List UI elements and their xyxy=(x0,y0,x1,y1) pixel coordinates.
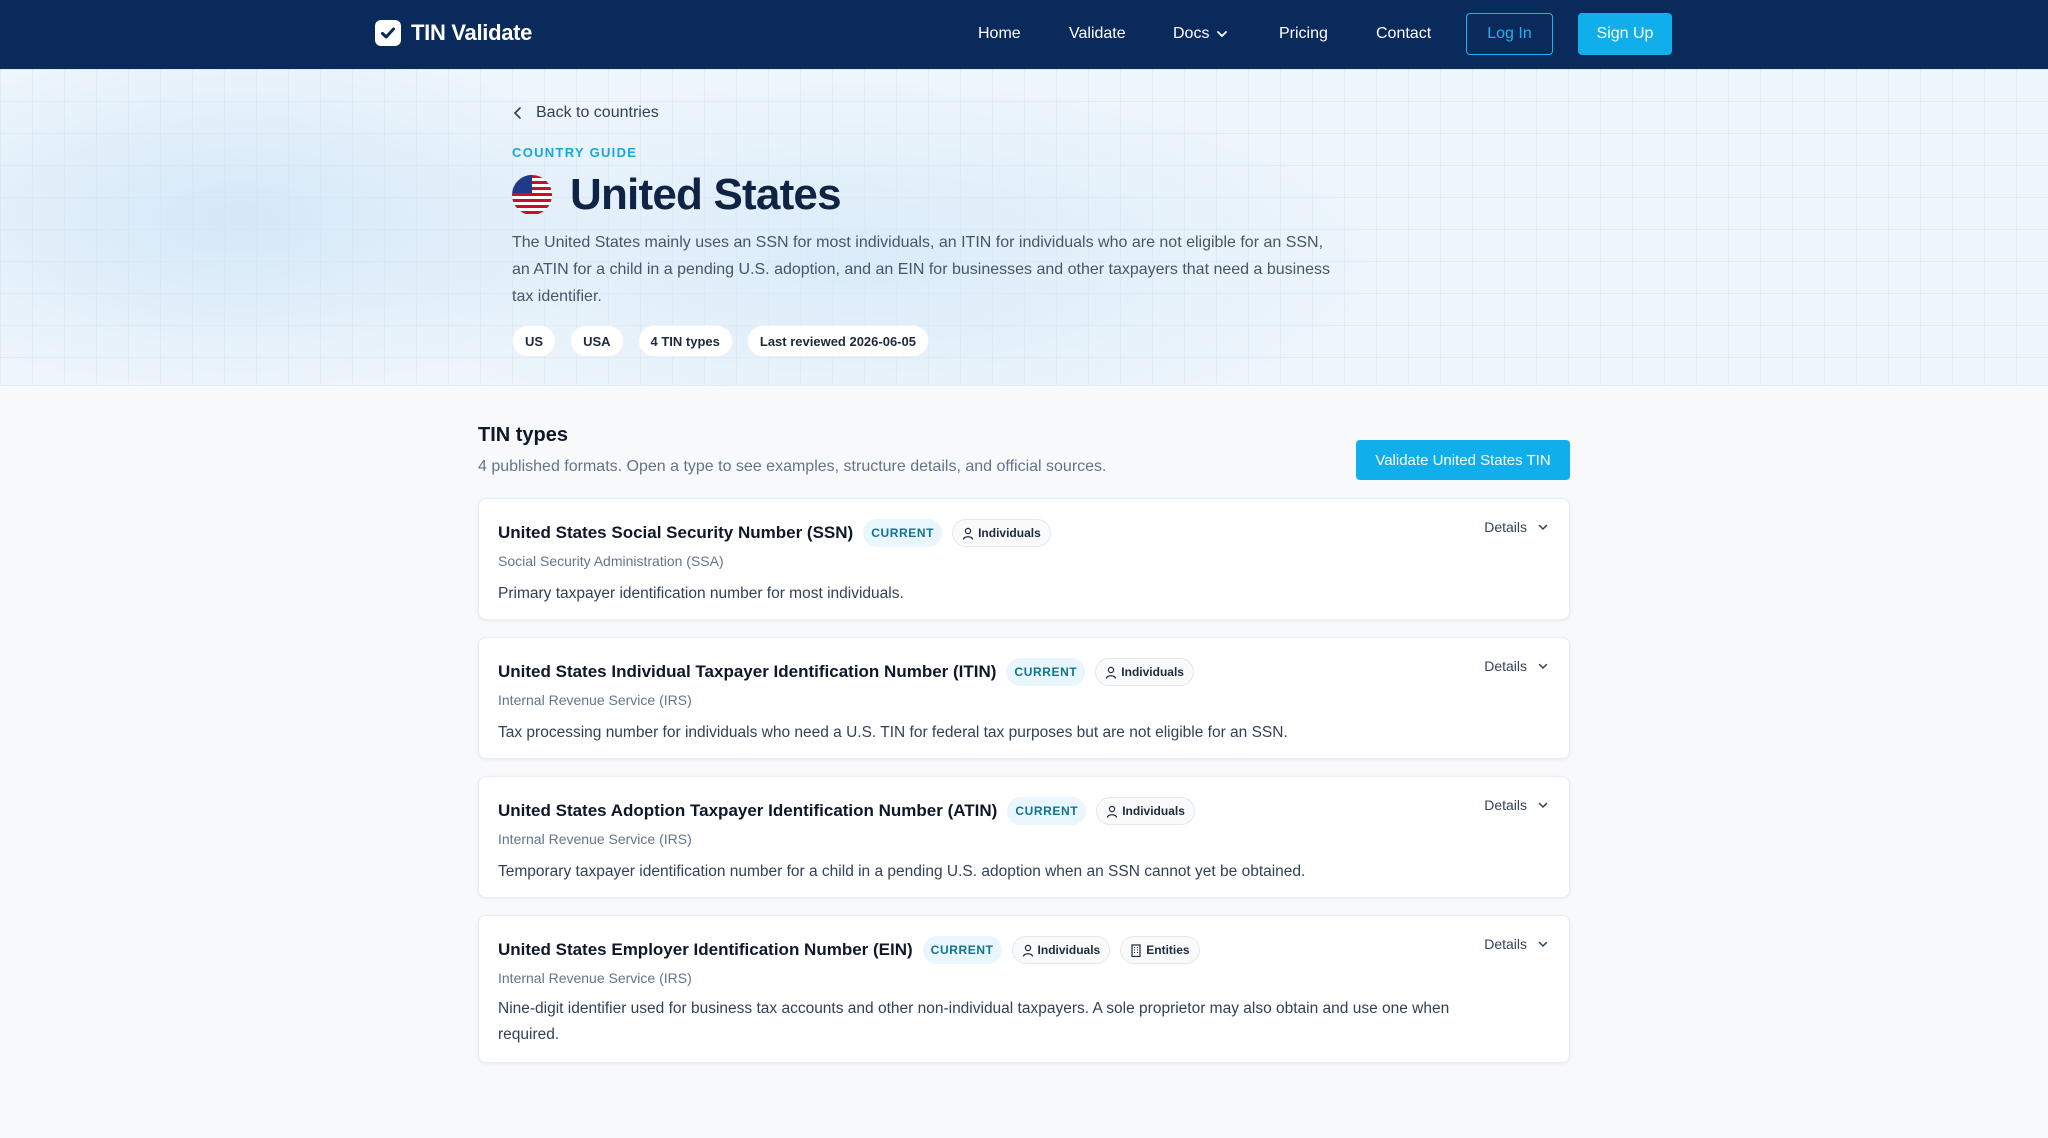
audience-badge-entities: Entities xyxy=(1120,936,1200,964)
person-icon xyxy=(1106,666,1117,679)
person-icon xyxy=(1107,805,1118,818)
country-hero xyxy=(0,69,2048,386)
card-header: United States Individual Taxpayer Identi… xyxy=(498,658,1194,686)
person-icon xyxy=(1022,944,1033,957)
tin-type-card-ssn[interactable]: United States Social Security Number (SS… xyxy=(478,498,1570,620)
check-badge-icon xyxy=(375,20,401,46)
status-badge: CURRENT xyxy=(1006,658,1086,686)
details-toggle[interactable]: Details xyxy=(1484,797,1549,813)
tin-type-card-itin[interactable]: United States Individual Taxpayer Identi… xyxy=(478,637,1570,759)
audience-label: Individuals xyxy=(1037,943,1101,957)
issuing-authority: Internal Revenue Service (IRS) xyxy=(498,692,692,708)
details-toggle[interactable]: Details xyxy=(1484,658,1549,674)
chevron-down-icon xyxy=(1538,524,1548,531)
details-label: Details xyxy=(1484,936,1527,952)
nav-link-docs[interactable]: Docs xyxy=(1173,25,1229,43)
chevron-down-icon xyxy=(1538,802,1548,809)
card-title: United States Adoption Taxpayer Identifi… xyxy=(498,801,998,820)
eyebrow-label: COUNTRY GUIDE xyxy=(512,145,638,160)
back-to-countries-link[interactable]: Back to countries xyxy=(512,104,659,122)
details-toggle[interactable]: Details xyxy=(1484,519,1549,535)
back-label: Back to countries xyxy=(536,104,659,121)
chip-country-code: US xyxy=(512,325,557,357)
issuing-authority: Social Security Administration (SSA) xyxy=(498,553,724,569)
page-title-row: United States xyxy=(512,170,842,220)
us-flag-icon xyxy=(512,175,552,215)
validate-country-tin-button[interactable]: Validate United States TIN xyxy=(1356,440,1570,480)
section-title: TIN types xyxy=(478,424,569,446)
person-icon xyxy=(962,527,974,540)
details-label: Details xyxy=(1484,797,1527,813)
card-description: Nine-digit identifier used for business … xyxy=(498,1000,1450,1043)
country-chips: US USA 4 TIN types Last reviewed 2026-06… xyxy=(512,325,929,357)
chevron-left-icon xyxy=(513,107,521,119)
log-in-button[interactable]: Log In xyxy=(1466,13,1553,55)
sign-up-button[interactable]: Sign Up xyxy=(1578,13,1672,55)
audience-badge-individuals: Individuals xyxy=(1011,936,1111,964)
section-subtitle: 4 published formats. Open a type to see … xyxy=(478,458,1107,475)
nav-link-pricing[interactable]: Pricing xyxy=(1279,25,1328,43)
card-description: Tax processing number for individuals wh… xyxy=(498,724,1288,741)
audience-label: Individuals xyxy=(1121,665,1184,679)
chevron-down-icon xyxy=(1538,941,1548,948)
card-title: United States Individual Taxpayer Identi… xyxy=(498,662,997,681)
card-description: Temporary taxpayer identification number… xyxy=(498,863,1306,880)
status-badge: CURRENT xyxy=(922,936,1002,964)
nav-link-home[interactable]: Home xyxy=(978,25,1021,43)
building-icon xyxy=(1131,943,1141,957)
brand-name: TIN Validate xyxy=(411,20,533,45)
nav-docs-label: Docs xyxy=(1173,25,1210,42)
top-navbar: TIN Validate Home Validate Docs Pricing … xyxy=(0,0,2048,69)
nav-link-contact[interactable]: Contact xyxy=(1376,25,1431,43)
audience-label: Individuals xyxy=(1122,804,1185,818)
nav-link-validate[interactable]: Validate xyxy=(1069,25,1126,43)
chevron-down-icon xyxy=(1217,31,1228,38)
audience-label: Entities xyxy=(1146,943,1190,957)
page-title: United States xyxy=(570,170,842,219)
audience-badge-individuals: Individuals xyxy=(1096,797,1195,825)
details-label: Details xyxy=(1484,519,1527,535)
audience-badge-individuals: Individuals xyxy=(952,519,1051,547)
card-header: United States Employer Identification Nu… xyxy=(498,936,1200,964)
card-title: United States Social Security Number (SS… xyxy=(498,523,854,542)
issuing-authority: Internal Revenue Service (IRS) xyxy=(498,970,692,986)
details-label: Details xyxy=(1484,658,1527,674)
country-description: The United States mainly uses an SSN for… xyxy=(512,234,1330,305)
chip-last-reviewed: Last reviewed 2026-06-05 xyxy=(746,325,929,357)
audience-label: Individuals xyxy=(978,526,1041,540)
status-badge: CURRENT xyxy=(863,519,943,547)
card-header: United States Adoption Taxpayer Identifi… xyxy=(498,797,1195,825)
tin-type-card-ein[interactable]: United States Employer Identification Nu… xyxy=(478,915,1570,1063)
details-toggle[interactable]: Details xyxy=(1484,936,1549,952)
chip-country-code-3: USA xyxy=(570,325,624,357)
card-description: Primary taxpayer identification number f… xyxy=(498,585,904,602)
chip-tin-type-count: 4 TIN types xyxy=(637,325,733,357)
chevron-down-icon xyxy=(1538,663,1548,670)
audience-badge-individuals: Individuals xyxy=(1095,658,1194,686)
tin-type-card-atin[interactable]: United States Adoption Taxpayer Identifi… xyxy=(478,776,1570,898)
card-header: United States Social Security Number (SS… xyxy=(498,519,1051,547)
brand-logo-link[interactable]: TIN Validate xyxy=(375,20,532,46)
card-title: United States Employer Identification Nu… xyxy=(498,940,913,959)
status-badge: CURRENT xyxy=(1007,797,1087,825)
issuing-authority: Internal Revenue Service (IRS) xyxy=(498,831,692,847)
